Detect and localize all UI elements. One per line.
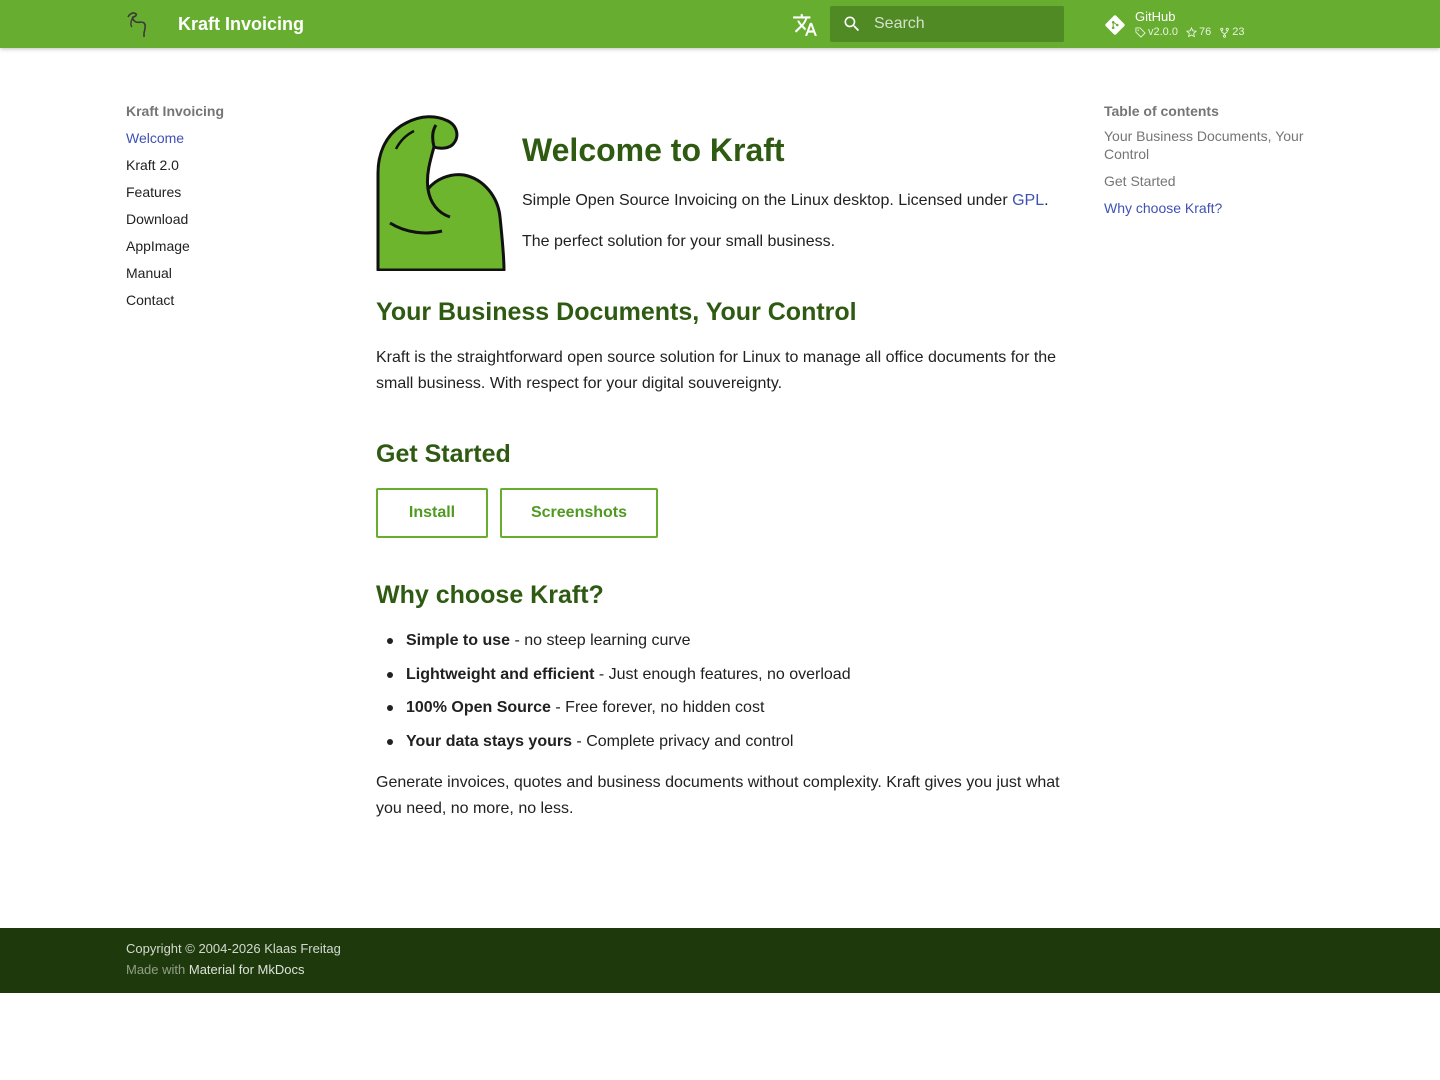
fork-icon [1220, 27, 1230, 38]
list-item: 100% Open Source - Free forever, no hidd… [376, 695, 1064, 729]
list-item: Your data stays yours - Complete privacy… [376, 729, 1064, 763]
heading-get-started: Get Started [376, 440, 511, 468]
repo-name: GitHub [1135, 9, 1176, 24]
nav-item-features[interactable]: Features [126, 181, 326, 208]
search-icon [844, 16, 860, 32]
stars-fact: 76 [1185, 25, 1212, 39]
nav-item-download[interactable]: Download [126, 208, 326, 235]
git-icon [1105, 15, 1125, 35]
screenshots-button[interactable]: Screenshots [500, 488, 658, 538]
primary-navigation: Kraft Invoicing Welcome Kraft 2.0 Featur… [126, 100, 326, 316]
nav-item-appimage[interactable]: AppImage [126, 235, 326, 262]
bullet-text: - Just enough features, no overload [594, 665, 851, 683]
nav-item-contact[interactable]: Contact [126, 289, 326, 316]
forks-count: 23 [1232, 26, 1245, 38]
translate-icon[interactable] [792, 12, 820, 38]
nav-title: Kraft Invoicing [126, 103, 225, 119]
table-of-contents: Table of contents Your Business Document… [1104, 100, 1314, 226]
nav-item-kraft-2[interactable]: Kraft 2.0 [126, 154, 326, 181]
intro-text: Simple Open Source Invoicing on the Linu… [522, 192, 1013, 209]
features-list: Simple to use - no steep learning curve … [376, 628, 1064, 762]
intro-end: . [1044, 192, 1049, 209]
flexed-arm-icon [376, 113, 506, 272]
bullet-bold: Simple to use [406, 632, 511, 649]
nav-item-manual[interactable]: Manual [126, 262, 326, 289]
install-button[interactable]: Install [376, 488, 488, 538]
heading-business-documents: Your Business Documents, Your Control [376, 298, 857, 326]
material-mkdocs-link[interactable]: Material for MkDocs [189, 962, 305, 977]
toc-item-get-started[interactable]: Get Started [1104, 172, 1314, 190]
copyright: Copyright © 2004-2026 Klaas Freitag [126, 941, 341, 956]
gpl-link[interactable]: GPL [1012, 192, 1044, 209]
toc-item-why-choose[interactable]: Why choose Kraft? [1104, 199, 1314, 217]
bullet-bold: 100% Open Source [406, 699, 551, 716]
bullet-text: - Free forever, no hidden cost [550, 699, 765, 716]
github-source-link[interactable]: GitHub v2.0.0 76 23 [1104, 7, 1274, 41]
bullet-text: - Complete privacy and control [571, 732, 794, 750]
made-with: Made with Material for MkDocs [126, 962, 304, 978]
bullet-bold: Your data stays yours [406, 732, 572, 750]
tagline: The perfect solution for your small busi… [522, 233, 836, 250]
made-with-prefix: Made with [126, 962, 189, 977]
star-icon [1185, 26, 1197, 37]
tag-icon [1135, 26, 1146, 38]
forks-fact: 23 [1219, 25, 1244, 39]
list-item: Simple to use - no steep learning curve [376, 628, 1064, 662]
footer: Copyright © 2004-2026 Klaas Freitag Made… [0, 928, 1440, 993]
search-box[interactable] [830, 6, 1064, 42]
bullet-bold: Lightweight and efficient [406, 665, 595, 683]
intro-paragraph: Simple Open Source Invoicing on the Linu… [522, 188, 1082, 214]
site-title[interactable]: Kraft Invoicing [178, 13, 304, 35]
version-fact: v2.0.0 [1135, 25, 1178, 39]
site-logo-icon[interactable] [124, 9, 150, 39]
repo-facts: v2.0.0 76 23 [1135, 25, 1244, 39]
toc-title: Table of contents [1104, 103, 1219, 119]
list-item: Lightweight and efficient - Just enough … [376, 662, 1064, 696]
business-documents-text: Kraft is the straightforward open source… [376, 349, 1057, 392]
page-title: Welcome to Kraft [522, 132, 785, 168]
version-text: v2.0.0 [1148, 26, 1178, 38]
hero-text: Welcome to Kraft Simple Open Source Invo… [522, 128, 1082, 255]
top-header: Kraft Invoicing GitHub v2.0.0 76 [0, 0, 1440, 48]
nav-item-welcome[interactable]: Welcome [126, 127, 326, 154]
toc-item-business-documents[interactable]: Your Business Documents, Your Control [1104, 127, 1314, 163]
heading-why-choose: Why choose Kraft? [376, 581, 604, 609]
stars-count: 76 [1198, 26, 1212, 38]
bullet-text: - no steep learning curve [510, 632, 691, 649]
search-input[interactable] [874, 6, 1060, 42]
closing-paragraph: Generate invoices, quotes and business d… [376, 774, 1060, 817]
